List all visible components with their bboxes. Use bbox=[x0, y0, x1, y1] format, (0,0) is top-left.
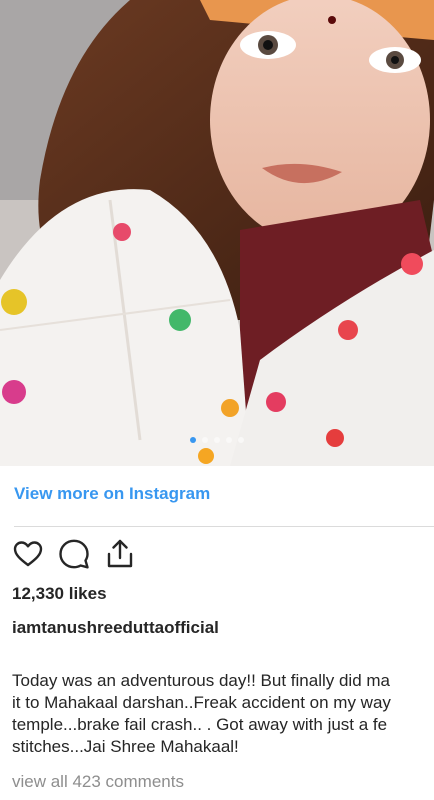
author-username[interactable]: iamtanushreeduttaofficial bbox=[12, 618, 219, 638]
divider bbox=[14, 526, 434, 527]
post-actions bbox=[12, 538, 136, 570]
view-more-on-instagram-link[interactable]: View more on Instagram bbox=[14, 484, 210, 504]
carousel-indicator bbox=[0, 437, 434, 447]
likes-count[interactable]: 12,330 likes bbox=[12, 584, 107, 604]
view-all-comments-link[interactable]: view all 423 comments bbox=[12, 772, 184, 792]
post-caption: Today was an adventurous day!! But final… bbox=[12, 670, 434, 758]
post-image bbox=[0, 0, 434, 466]
caption-line: it to Mahakaal darshan..Freak accident o… bbox=[12, 693, 391, 712]
post-photo[interactable] bbox=[0, 0, 434, 466]
caption-line: stitches...Jai Shree Mahakaal! bbox=[12, 737, 239, 756]
share-icon[interactable] bbox=[104, 538, 136, 570]
heart-icon[interactable] bbox=[12, 538, 44, 570]
caption-line: temple...brake fail crash.. . Got away w… bbox=[12, 715, 388, 734]
carousel-dot bbox=[190, 437, 196, 443]
carousel-dot bbox=[238, 437, 244, 443]
caption-line: Today was an adventurous day!! But final… bbox=[12, 671, 390, 690]
carousel-dot bbox=[214, 437, 220, 443]
comment-icon[interactable] bbox=[58, 538, 90, 570]
carousel-dot bbox=[226, 437, 232, 443]
carousel-dot bbox=[202, 437, 208, 443]
